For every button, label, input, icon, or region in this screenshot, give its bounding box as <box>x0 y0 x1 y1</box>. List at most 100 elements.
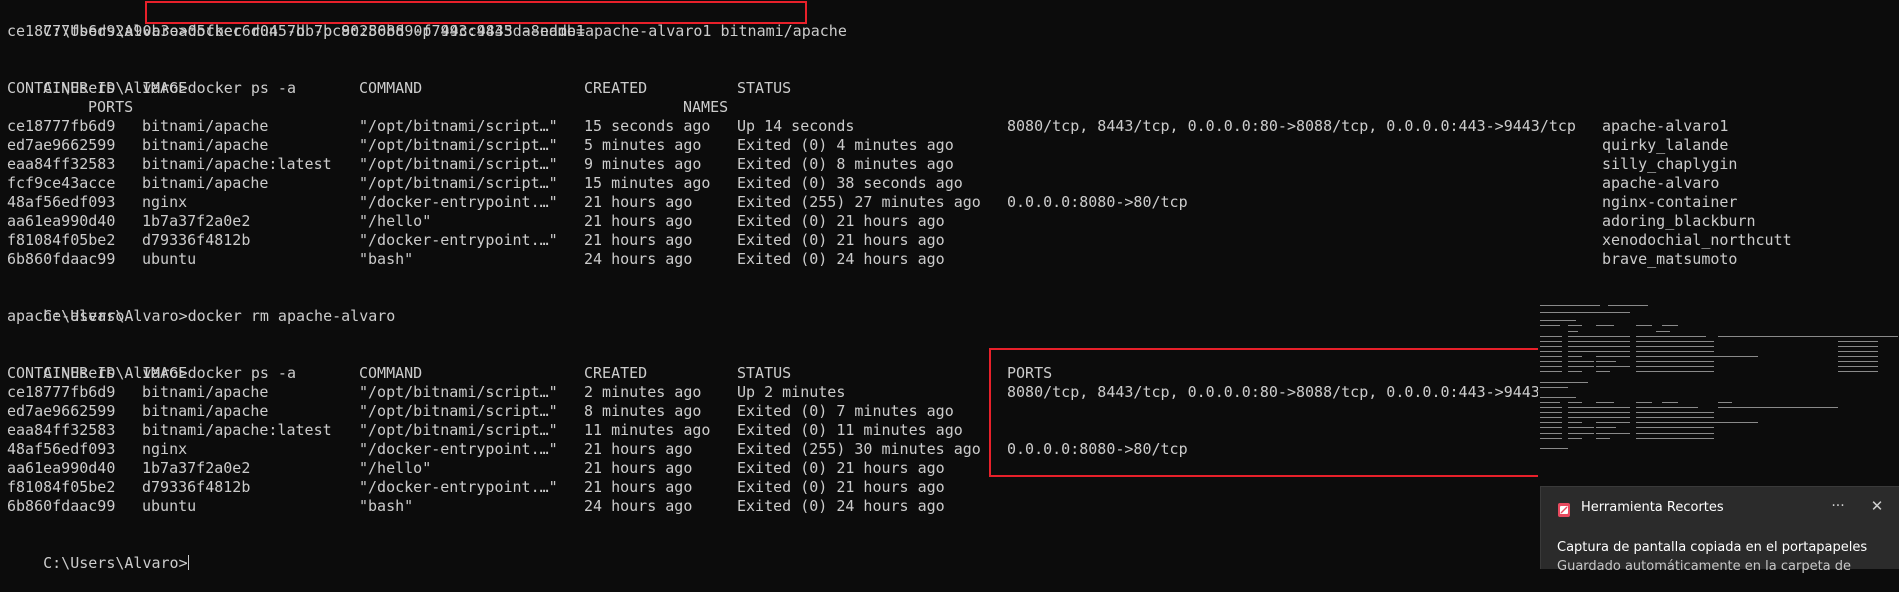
cell-status: Exited (0) 21 hours ago <box>737 231 945 249</box>
table-row: aa61ea990d40 1b7a37f2a0e2 "/hello" 21 hours… <box>7 212 1756 231</box>
cell-image: 1b7a37f2a0e2 <box>142 459 251 477</box>
thumbnail-text-line <box>1540 427 1562 429</box>
thumbnail-text-line <box>1540 417 1562 419</box>
cell-image: ubuntu <box>142 497 197 515</box>
cell-created: 15 seconds ago <box>584 117 711 135</box>
cell-command: "/opt/bitnami/script…" <box>359 155 558 173</box>
terminal-line: C:\Users\Alvaro>docker ps -a <box>7 60 296 97</box>
thumbnail-text-line <box>1718 335 1898 337</box>
command-text: docker rm apache-alvaro <box>187 307 396 325</box>
thumbnail-text-line <box>1596 407 1630 408</box>
header-image: IMAGE <box>142 79 188 97</box>
thumbnail-text-line <box>1540 401 1560 403</box>
cell-image: bitnami/apache <box>142 117 269 135</box>
cell-image: d79336f4812b <box>142 478 251 496</box>
header-command: COMMAND <box>359 79 423 97</box>
thumbnail-text-line <box>1718 407 1838 408</box>
thumbnail-text-line <box>1596 412 1630 414</box>
table-row: fcf9ce43acce bitnami/apache "/opt/bitnami/… <box>7 174 1719 193</box>
cell-command: "/docker-entrypoint.…" <box>359 478 558 496</box>
cell-command: "/opt/bitnami/script…" <box>359 136 558 154</box>
cell-created: 5 minutes ago <box>584 136 702 154</box>
thumbnail-text-line <box>1540 447 1568 449</box>
thumbnail-text-line <box>1838 340 1878 342</box>
header-status: STATUS <box>737 79 792 97</box>
thumbnail-text-line <box>1718 401 1732 403</box>
thumbnail-text-line <box>1540 386 1568 388</box>
cell-status: Exited (0) 24 hours ago <box>737 497 945 515</box>
header-ports: PORTS <box>88 98 134 116</box>
terminal-window[interactable]: C:\Users\Alvaro>docker run -d -p 80:8088… <box>7 1 1792 572</box>
more-options-icon[interactable]: ··· <box>1826 495 1850 519</box>
terminal-line: C:\Users\Alvaro>docker rm apache-alvaro <box>7 288 395 325</box>
thumbnail-text-line <box>1540 320 1576 322</box>
cell-container-name: apache-alvaro <box>1602 174 1720 192</box>
thumbnail-text-line <box>1540 345 1562 347</box>
thumbnail-text-line <box>1568 335 1598 337</box>
toast-app-name: Herramienta Recortes <box>1581 500 1724 515</box>
cell-created: 21 hours ago <box>584 231 693 249</box>
thumbnail-text-line <box>1662 407 1698 408</box>
cell-created: 21 hours ago <box>584 440 693 458</box>
thumbnail-text-line <box>1568 412 1598 414</box>
cell-command: "bash" <box>359 250 414 268</box>
thumbnail-text-line <box>1596 432 1630 434</box>
cell-command: "bash" <box>359 497 414 515</box>
cell-container-name: apache-alvaro1 <box>1602 117 1729 135</box>
thumbnail-text-line <box>1838 345 1878 347</box>
screenshot-thumbnail[interactable] <box>1538 303 1898 478</box>
cell-container-id: f81084f05be2 <box>7 231 116 249</box>
command-output: apache-alvaro <box>7 307 125 325</box>
cell-command: "/hello" <box>359 459 432 477</box>
cell-container-id: f81084f05be2 <box>7 478 116 496</box>
thumbnail-text-line <box>1540 350 1562 352</box>
thumbnail-text-line <box>1662 361 1714 363</box>
table-row: f81084f05be2 d79336f4812b "/docker-entrypo… <box>7 231 1792 250</box>
thumbnail-text-line <box>1662 432 1714 434</box>
cell-status: Up 2 minutes <box>737 383 846 401</box>
cell-image: bitnami/apache <box>142 174 269 192</box>
cell-image: 1b7a37f2a0e2 <box>142 212 251 230</box>
cell-container-name: brave_matsumoto <box>1602 250 1738 268</box>
cell-created: 21 hours ago <box>584 212 693 230</box>
thumbnail-text-line <box>1608 305 1648 306</box>
thumbnail-text-line <box>1540 437 1562 439</box>
thumbnail-text-line <box>1662 345 1714 347</box>
thumbnail-text-line <box>1636 325 1652 327</box>
header-names: NAMES <box>683 98 729 116</box>
thumbnail-text-line <box>1636 401 1652 403</box>
header-container-id: CONTAINER ID <box>7 79 116 97</box>
cell-container-id: ed7ae9662599 <box>7 402 116 420</box>
cell-image: bitnami/apache <box>142 402 269 420</box>
cell-created: 21 hours ago <box>584 478 693 496</box>
cell-status: Exited (0) 24 hours ago <box>737 250 945 268</box>
thumbnail-text-line <box>1568 340 1598 342</box>
cell-created: 2 minutes ago <box>584 383 702 401</box>
terminal-line[interactable]: C:\Users\Alvaro> <box>7 535 189 572</box>
close-icon[interactable]: ✕ <box>1865 495 1889 519</box>
table-header-wrapped: PORTS NAMES <box>7 98 1537 117</box>
command-output: ce18777fb6d92a90b3ea05fbec6d0457bb7bc9c2… <box>7 22 585 40</box>
cell-status: Exited (0) 21 hours ago <box>737 478 945 496</box>
cell-command: "/opt/bitnami/script…" <box>359 421 558 439</box>
snipping-tool-notification[interactable]: Herramienta Recortes ··· ✕ Captura de pa… <box>1540 486 1899 574</box>
thumbnail-text-line <box>1540 361 1562 363</box>
cell-container-name: xenodochial_northcutt <box>1602 231 1792 249</box>
cell-container-id: ce18777fb6d9 <box>7 117 116 135</box>
thumbnail-text-line <box>1596 335 1630 337</box>
toast-body: Guardado automáticamente en la carpeta d… <box>1557 559 1852 574</box>
thumbnail-text-line <box>1596 437 1610 439</box>
cell-created: 8 minutes ago <box>584 402 702 420</box>
cell-container-name: silly_chaplygin <box>1602 155 1738 173</box>
cell-status: Exited (0) 8 minutes ago <box>737 155 954 173</box>
thumbnail-text-line <box>1596 417 1630 419</box>
thumbnail-text-line <box>1540 381 1588 383</box>
cell-status: Exited (0) 21 hours ago <box>737 212 945 230</box>
thumbnail-text-line <box>1568 427 1594 429</box>
cell-status: Exited (0) 21 hours ago <box>737 459 945 477</box>
cell-container-name: quirky_lalande <box>1602 136 1729 154</box>
cell-command: "/hello" <box>359 212 432 230</box>
thumbnail-text-line <box>1596 361 1616 363</box>
cell-status: Exited (255) 30 minutes ago <box>737 440 981 458</box>
thumbnail-text-line <box>1540 366 1562 368</box>
